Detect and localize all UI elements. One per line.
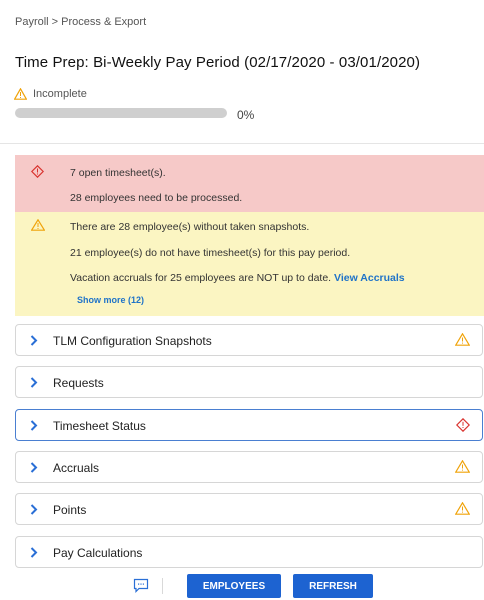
section-label: TLM Configuration Snapshots — [53, 334, 212, 348]
status-row: Incomplete — [14, 88, 87, 100]
section-points[interactable]: Points — [15, 493, 483, 525]
chevron-right-icon — [30, 335, 38, 346]
section-label: Requests — [53, 376, 104, 390]
warning-icon — [455, 460, 470, 473]
chevron-right-icon — [30, 377, 38, 388]
status-label: Incomplete — [33, 88, 87, 100]
section-tlm-configuration-snapshots[interactable]: TLM Configuration Snapshots — [15, 324, 483, 356]
section-pay-calculations[interactable]: Pay Calculations — [15, 536, 483, 568]
alert-line: There are 28 employee(s) without taken s… — [70, 221, 310, 233]
error-alert: 7 open timesheet(s). 28 employees need t… — [15, 155, 484, 212]
warning-icon — [14, 88, 27, 100]
section-label: Points — [53, 503, 87, 517]
page-title: Time Prep: Bi-Weekly Pay Period (02/17/2… — [15, 54, 421, 71]
warning-icon — [31, 219, 45, 231]
alert-line: 21 employee(s) do not have timesheet(s) … — [70, 247, 351, 259]
section-timesheet-status[interactable]: Timesheet Status — [15, 409, 483, 441]
divider — [162, 578, 163, 594]
alert-line: Vacation accruals for 25 employees are N… — [70, 272, 405, 284]
employees-button[interactable]: EMPLOYEES — [187, 574, 281, 598]
divider — [0, 143, 484, 144]
warning-alert: There are 28 employee(s) without taken s… — [15, 212, 484, 316]
comment-icon[interactable] — [133, 578, 149, 593]
section-label: Accruals — [53, 461, 100, 475]
chevron-right-icon — [30, 504, 38, 515]
refresh-button[interactable]: REFRESH — [293, 574, 373, 598]
error-diamond-icon — [456, 418, 470, 432]
action-bar: EMPLOYEES REFRESH — [0, 570, 484, 600]
alert-line: 28 employees need to be processed. — [70, 192, 243, 204]
progress-bar — [15, 108, 227, 118]
progress-label: 0% — [237, 108, 255, 122]
section-label: Pay Calculations — [53, 546, 143, 560]
warning-icon — [455, 333, 470, 346]
alert-line: 7 open timesheet(s). — [70, 167, 166, 179]
chevron-right-icon — [30, 547, 38, 558]
error-diamond-icon — [31, 165, 44, 178]
chevron-right-icon — [30, 462, 38, 473]
chevron-right-icon — [30, 420, 38, 431]
warning-icon — [455, 502, 470, 515]
show-more-link[interactable]: Show more (12) — [77, 295, 144, 305]
breadcrumb[interactable]: Payroll > Process & Export — [15, 16, 146, 28]
alert-text: Vacation accruals for 25 employees are N… — [70, 272, 332, 284]
view-accruals-link[interactable]: View Accruals — [334, 272, 405, 284]
section-label: Timesheet Status — [53, 419, 146, 433]
section-requests[interactable]: Requests — [15, 366, 483, 398]
section-accruals[interactable]: Accruals — [15, 451, 483, 483]
